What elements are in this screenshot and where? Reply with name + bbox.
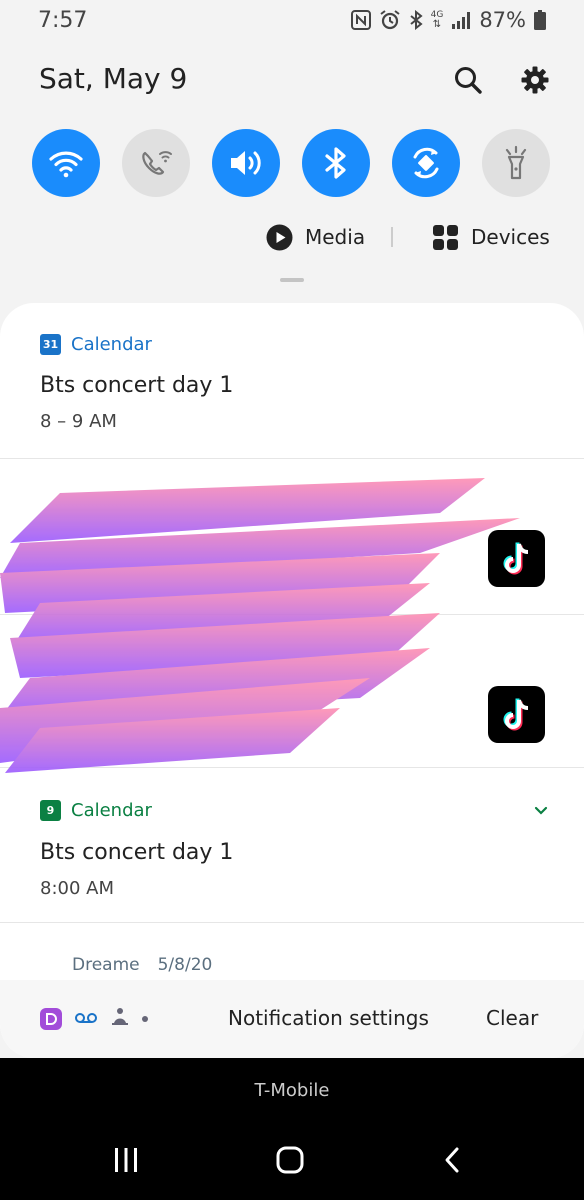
notification-app-name: Calendar — [71, 334, 152, 355]
rotate-icon — [413, 147, 439, 179]
qs-wifi-calling-toggle[interactable] — [122, 129, 190, 197]
notification-footer: Notification settings Clear — [0, 980, 584, 1058]
settings-button[interactable] — [517, 62, 553, 98]
qs-flashlight-toggle[interactable] — [482, 129, 550, 197]
qs-wifi-toggle[interactable] — [32, 129, 100, 197]
network-type-icon: 4G ⇅ — [430, 10, 444, 30]
calendar-icon: 31 — [40, 334, 61, 355]
dreame-notification[interactable]: Dreame 5/8/20 — [72, 955, 212, 975]
calendar-icon-day: 9 — [46, 804, 55, 817]
overflow-app-icons — [40, 980, 148, 1058]
notification-title: Bts concert day 1 — [40, 373, 234, 398]
media-divider — [391, 227, 393, 247]
chevron-down-icon[interactable] — [534, 806, 548, 816]
search-icon — [455, 67, 482, 94]
flashlight-icon — [505, 145, 527, 180]
notification-time: 8 – 9 AM — [40, 411, 117, 432]
notification-app-name: Dreame — [72, 955, 140, 975]
status-time: 7:57 — [38, 8, 88, 33]
bluetooth-status-icon — [409, 10, 423, 30]
clear-button[interactable]: Clear — [486, 1006, 538, 1030]
media-button[interactable]: Media — [266, 220, 365, 254]
date-label: Sat, May 9 — [39, 62, 188, 95]
signal-icon — [451, 11, 471, 29]
gear-icon — [521, 66, 549, 94]
qs-bluetooth-toggle[interactable] — [302, 129, 370, 197]
back-button[interactable] — [430, 1140, 474, 1180]
bluetooth-icon — [325, 147, 346, 179]
meditation-app-icon — [110, 1007, 130, 1031]
qs-auto-rotate-toggle[interactable] — [392, 129, 460, 197]
quick-settings-row — [32, 129, 552, 197]
calendar-notification[interactable]: 9 Calendar Bts concert day 1 8:00 AM — [0, 768, 584, 923]
volume-icon — [231, 151, 261, 175]
notification-panel: 31 Calendar Bts concert day 1 8 – 9 AM 9… — [0, 303, 584, 1058]
recent-apps-icon — [115, 1148, 137, 1172]
notification-title: Bts concert day 1 — [40, 840, 234, 865]
notification-app-header: 9 Calendar — [40, 800, 152, 821]
notification-app-header: 31 Calendar — [40, 334, 152, 355]
notification-shade: 7:57 4G ⇅ 87% Sat, May 9 Media Devices 3… — [0, 0, 584, 1200]
status-icons: 4G ⇅ 87% — [350, 8, 546, 32]
carrier-label: T-Mobile — [254, 1080, 330, 1101]
drag-handle[interactable] — [280, 278, 304, 282]
back-icon — [445, 1147, 459, 1173]
calendar-icon-day: 31 — [42, 338, 59, 351]
devices-icon — [433, 224, 458, 250]
media-devices-row: Media Devices — [0, 220, 584, 254]
calendar-notification[interactable]: 31 Calendar Bts concert day 1 8 – 9 AM — [0, 303, 584, 459]
nfc-icon — [350, 10, 371, 30]
notification-settings-button[interactable]: Notification settings — [228, 1006, 429, 1030]
search-button[interactable] — [450, 62, 486, 98]
voicemail-icon — [74, 1010, 98, 1029]
calendar-icon: 9 — [40, 800, 61, 821]
navigation-bar — [0, 1120, 584, 1200]
home-icon — [276, 1146, 304, 1174]
battery-icon — [534, 10, 546, 30]
alarm-icon — [379, 9, 401, 31]
battery-percent: 87% — [479, 8, 526, 32]
recent-apps-button[interactable] — [104, 1140, 148, 1180]
more-dot-icon — [142, 1016, 148, 1022]
status-bar: 7:57 4G ⇅ 87% — [0, 0, 584, 44]
devices-button[interactable]: Devices — [432, 220, 550, 254]
notification-date: 5/8/20 — [157, 955, 213, 975]
notification-time: 8:00 AM — [40, 878, 114, 899]
play-icon — [266, 224, 293, 250]
media-label: Media — [305, 225, 366, 249]
home-button[interactable] — [268, 1140, 312, 1180]
qs-sound-toggle[interactable] — [212, 129, 280, 197]
devices-label: Devices — [471, 225, 550, 249]
redaction-scribble — [0, 478, 520, 773]
notification-app-name: Calendar — [71, 800, 152, 821]
wifi-calling-icon — [142, 151, 172, 175]
wifi-icon — [49, 151, 83, 178]
dreame-app-icon — [40, 1008, 62, 1030]
